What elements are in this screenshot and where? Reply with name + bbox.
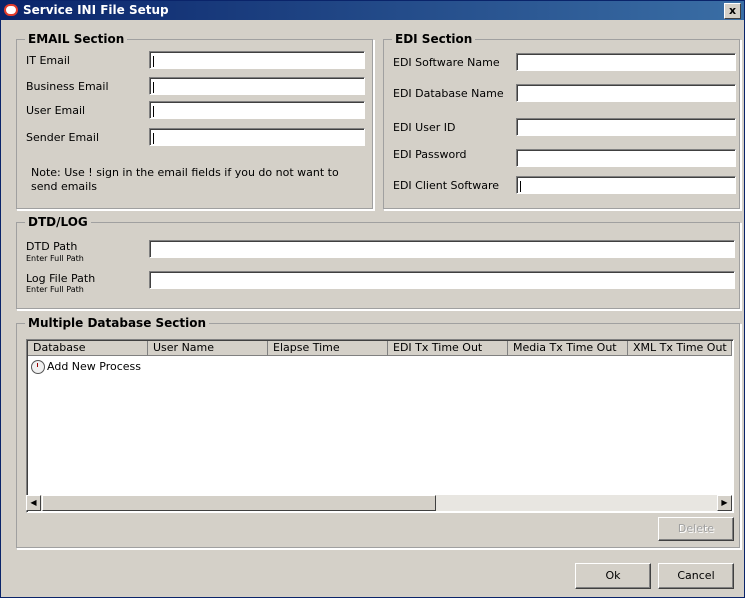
add-new-process-label: Add New Process [47,360,142,373]
edi-password-label: EDI Password [393,148,467,161]
close-button[interactable]: x [724,3,741,19]
app-logo-icon [4,4,18,16]
edi-database-name-field[interactable] [516,84,736,102]
it-email-field[interactable] [149,51,365,69]
scroll-right-icon[interactable]: ▶ [717,495,732,511]
dtd-path-field[interactable] [149,240,735,258]
edi-client-software-field[interactable] [516,176,736,194]
edi-database-name-label: EDI Database Name [393,87,504,100]
email-section-legend: EMAIL Section [25,32,128,46]
dtd-path-label: DTD Path [26,240,78,253]
column-header-database[interactable]: Database [28,341,148,356]
edi-user-id-field[interactable] [516,118,736,136]
clock-icon [31,360,45,374]
sender-email-label: Sender Email [26,131,100,144]
dtd-log-legend: DTD/LOG [25,215,91,229]
horizontal-scrollbar[interactable]: ◀ ▶ [26,495,732,511]
user-email-field[interactable] [149,101,365,119]
column-header-user-name[interactable]: User Name [148,341,268,356]
edi-client-software-label: EDI Client Software [393,179,499,192]
edi-section: EDI Section EDI Software Name EDI Databa… [383,32,741,210]
edi-section-legend: EDI Section [392,32,476,46]
email-note: Note: Use ! sign in the email fields if … [31,166,339,193]
title-bar: Service INI File Setup x [1,1,744,20]
log-file-path-hint: Enter Full Path [26,285,84,294]
scroll-left-icon[interactable]: ◀ [26,495,41,511]
dtd-log-section: DTD/LOG DTD Path Enter Full Path Log Fil… [16,215,741,310]
edi-software-name-label: EDI Software Name [393,56,500,69]
user-email-label: User Email [26,104,86,117]
dtd-path-hint: Enter Full Path [26,254,84,263]
service-ini-dialog: Service INI File Setup x EMAIL Section I… [0,0,745,598]
scrollbar-thumb[interactable] [42,495,436,511]
delete-button[interactable]: Delete [658,517,734,541]
multiple-database-section: Multiple Database Section Database User … [16,316,741,549]
column-header-elapse-time[interactable]: Elapse Time [268,341,388,356]
edi-software-name-field[interactable] [516,53,736,71]
column-header-xml-tx-time-out[interactable]: XML Tx Time Out [628,341,732,356]
column-header-edi-tx-time-out[interactable]: EDI Tx Time Out [388,341,508,356]
multiple-database-legend: Multiple Database Section [25,316,210,330]
window-title: Service INI File Setup [23,3,169,17]
process-table[interactable]: Database User Name Elapse Time EDI Tx Ti… [26,339,734,513]
log-file-path-label: Log File Path [26,272,96,285]
sender-email-field[interactable] [149,128,365,146]
cancel-button[interactable]: Cancel [658,563,734,589]
column-header-media-tx-time-out[interactable]: Media Tx Time Out [508,341,628,356]
ok-button[interactable]: Ok [575,563,651,589]
business-email-field[interactable] [149,77,365,95]
edi-user-id-label: EDI User ID [393,121,456,134]
business-email-label: Business Email [26,80,109,93]
it-email-label: IT Email [26,54,70,67]
edi-password-field[interactable] [516,149,736,167]
add-new-process-row[interactable]: Add New Process [31,359,141,375]
email-section: EMAIL Section IT Email Business Email Us… [16,32,374,210]
log-file-path-field[interactable] [149,271,735,289]
